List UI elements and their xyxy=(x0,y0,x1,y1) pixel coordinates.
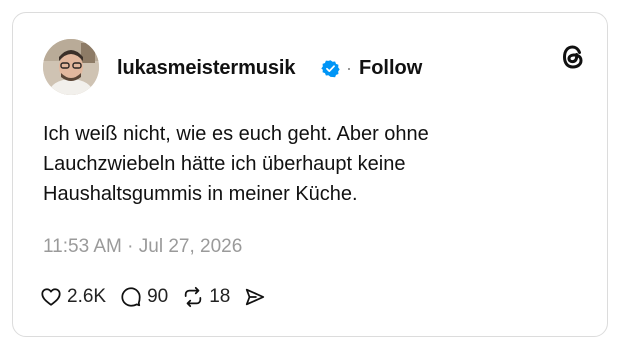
post-text-line: Ich weiß nicht, wie es euch geht. Aber o… xyxy=(43,123,429,145)
repost-count: 18 xyxy=(209,286,231,307)
reply-button[interactable]: 90 xyxy=(120,285,168,309)
post-timestamp[interactable]: 11:53 AM · Jul 27, 2026 xyxy=(43,235,242,259)
share-button[interactable] xyxy=(244,286,266,308)
threads-logo-icon[interactable] xyxy=(559,42,587,72)
threads-post-card: lukasmeistermusik · Follow Ich weiß nich… xyxy=(12,12,608,337)
verified-badge-icon xyxy=(321,60,340,78)
post-text-line: Lauchzwiebeln hätte ich überhaupt keine xyxy=(43,153,406,175)
author-username[interactable]: lukasmeistermusik xyxy=(117,57,296,79)
separator-dot: · xyxy=(346,58,352,78)
repost-icon xyxy=(185,286,202,308)
heart-icon xyxy=(41,288,61,306)
send-icon xyxy=(246,288,265,306)
action-bar: 2.6K 90 18 xyxy=(40,282,280,312)
avatar[interactable] xyxy=(43,39,99,95)
post-text-line: Haushaltsgummis in meiner Küche. xyxy=(43,183,358,205)
like-button[interactable]: 2.6K xyxy=(40,285,106,309)
post-text: Ich weiß nicht, wie es euch geht. Aber o… xyxy=(43,119,583,209)
speech-bubble-icon xyxy=(121,287,141,307)
reply-count: 90 xyxy=(147,286,169,307)
follow-button[interactable]: Follow xyxy=(359,57,422,79)
repost-button[interactable]: 18 xyxy=(182,285,230,309)
like-count: 2.6K xyxy=(67,286,107,307)
